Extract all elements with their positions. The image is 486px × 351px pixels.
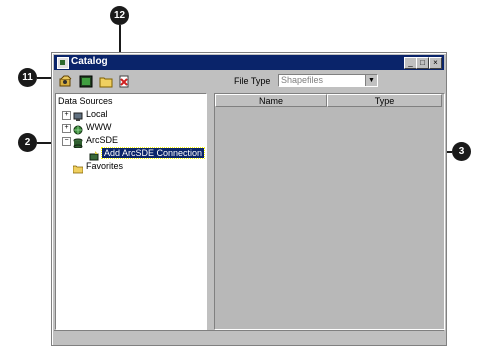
tree-root[interactable]: Data Sources — [58, 96, 113, 106]
catalog-window: Catalog _ □ × File Type Shapefiles ▼ Dat… — [51, 52, 447, 346]
file-type-dropdown[interactable]: Shapefiles ▼ — [278, 74, 378, 87]
expand-local[interactable]: + — [62, 111, 71, 120]
tree-item-add-arcsde-connection[interactable]: Add ArcSDE Connection — [100, 147, 206, 159]
tree-pane[interactable]: Data Sources + Local + WWW − ArcSDE Add … — [55, 93, 207, 330]
callout-12: 12 — [110, 6, 129, 25]
file-type-value: Shapefiles — [281, 75, 324, 85]
callout-2: 2 — [18, 133, 37, 152]
status-bar — [54, 330, 444, 343]
column-header-name[interactable]: Name — [215, 94, 327, 107]
chevron-down-icon[interactable]: ▼ — [365, 75, 377, 86]
column-header-type[interactable]: Type — [327, 94, 442, 107]
folder-icon — [72, 161, 84, 174]
collapse-arcsde[interactable]: − — [62, 137, 71, 146]
toolbar: File Type Shapefiles ▼ — [54, 72, 444, 90]
globe-icon — [73, 122, 83, 135]
contents-pane[interactable]: Name Type — [214, 93, 445, 330]
tree-item-favorites[interactable]: Favorites — [86, 161, 123, 171]
callout-3: 3 — [452, 142, 471, 161]
callout-11: 11 — [18, 68, 37, 87]
window-title: Catalog — [71, 56, 108, 67]
tree-item-local[interactable]: Local — [86, 109, 108, 119]
folder-icon[interactable] — [98, 74, 114, 89]
disconnect-icon[interactable] — [58, 74, 74, 89]
database-icon — [73, 135, 83, 149]
maximize-button[interactable]: □ — [416, 57, 429, 69]
connect-icon[interactable] — [78, 74, 94, 89]
delete-icon[interactable] — [116, 74, 132, 89]
computer-icon — [73, 109, 83, 121]
close-button[interactable]: × — [429, 57, 442, 69]
tree-item-www[interactable]: WWW — [86, 122, 111, 132]
add-connection-icon — [89, 148, 99, 161]
tree-item-arcsde[interactable]: ArcSDE — [86, 135, 118, 145]
file-type-label: File Type — [234, 76, 271, 86]
catalog-icon — [57, 57, 69, 69]
expand-www[interactable]: + — [62, 124, 71, 133]
title-bar[interactable]: Catalog _ □ × — [54, 55, 444, 70]
